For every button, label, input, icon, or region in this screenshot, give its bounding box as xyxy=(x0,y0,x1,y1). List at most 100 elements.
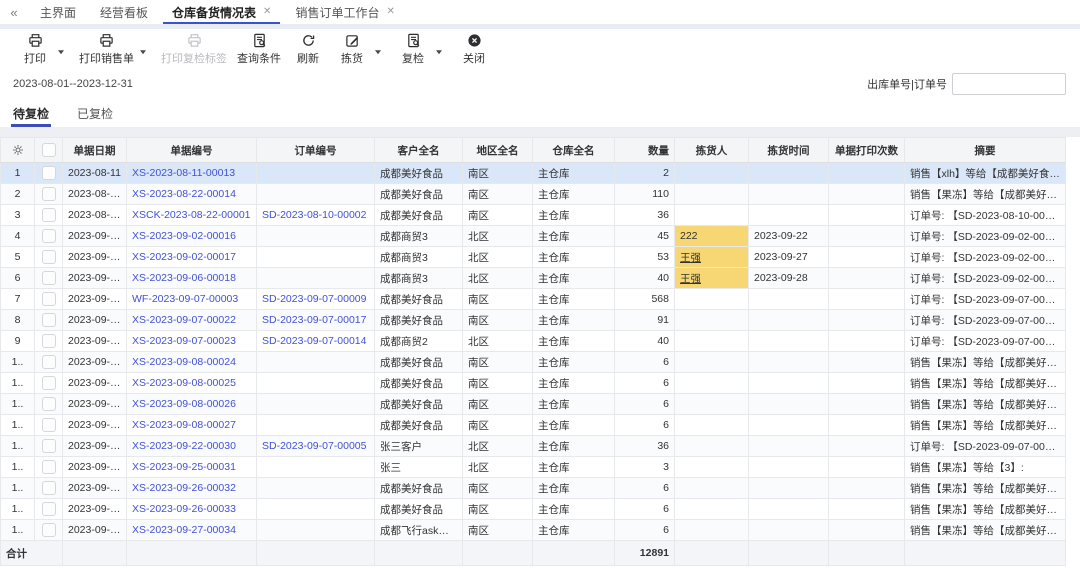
tab-sales-order-workbench[interactable]: 销售订单工作台 ✕ xyxy=(283,0,406,24)
column-header-7[interactable]: 拣货人 xyxy=(674,137,749,163)
row-checkbox[interactable] xyxy=(41,334,56,348)
table-row[interactable]: 1.. 2023-09-25 XS-2023-09-25-00031 张三 北区 主仓库 3… xyxy=(0,456,1066,478)
cell-doc-no-link[interactable]: XS-2023-09-08-00027 xyxy=(132,419,236,431)
column-header-1[interactable]: 单据编号 xyxy=(126,137,257,163)
row-checkbox[interactable] xyxy=(41,166,56,180)
row-checkbox[interactable] xyxy=(41,250,56,264)
cell-date: 2023-09-08 xyxy=(62,351,127,373)
row-checkbox[interactable] xyxy=(41,481,56,495)
view-tab-pending-recheck[interactable]: 待复检 xyxy=(10,99,52,127)
cell-region: 南区 xyxy=(462,288,533,310)
tab-warehouse-stock-report[interactable]: 仓库备货情况表 ✕ xyxy=(160,0,283,24)
table-row[interactable]: 6 2023-09-06 XS-2023-09-06-00018 成都商贸3 北区 主仓库… xyxy=(0,267,1066,289)
table-row[interactable]: 1.. 2023-09-08 XS-2023-09-08-00027 成都美好食品 南区… xyxy=(0,414,1066,436)
row-checkbox[interactable] xyxy=(41,271,56,285)
column-header-8[interactable]: 拣货时间 xyxy=(748,137,829,163)
row-checkbox[interactable] xyxy=(41,313,56,327)
cell-order-no-link[interactable]: SD-2023-09-07-00014 xyxy=(262,335,367,347)
refresh-button[interactable]: 刷新 xyxy=(291,33,325,66)
row-checkbox[interactable] xyxy=(41,502,56,516)
table-row[interactable]: 1.. 2023-09-26 XS-2023-09-26-00033 成都美好食品 南区… xyxy=(0,498,1066,520)
row-checkbox[interactable] xyxy=(41,229,56,243)
table-row[interactable]: 7 2023-09-07 WF-2023-09-07-00003 SD-2023-09… xyxy=(0,288,1066,310)
caret-down-icon[interactable] xyxy=(435,48,443,56)
cell-order-no-link[interactable]: SD-2023-09-07-00005 xyxy=(262,440,367,452)
close-tab-icon[interactable]: ✕ xyxy=(263,7,271,17)
cell-doc-no-link[interactable]: XS-2023-09-26-00033 xyxy=(132,503,236,515)
row-checkbox[interactable] xyxy=(41,187,56,201)
cell-order-no-link[interactable]: SD-2023-09-07-00009 xyxy=(262,293,367,305)
row-checkbox[interactable] xyxy=(41,460,56,474)
cell-doc-no-link[interactable]: XS-2023-09-25-00031 xyxy=(132,461,236,473)
caret-down-icon[interactable] xyxy=(139,48,147,56)
cell-doc-no-link[interactable]: XS-2023-09-22-00030 xyxy=(132,440,236,452)
row-checkbox[interactable] xyxy=(41,376,56,390)
close-tab-icon[interactable]: ✕ xyxy=(386,7,394,17)
picking-button[interactable]: 拣货 xyxy=(335,33,369,66)
cell-doc-no-link[interactable]: XS-2023-09-26-00032 xyxy=(132,482,236,494)
table-row[interactable]: 5 2023-09-02 XS-2023-09-02-00017 成都商贸3 北区 主仓库… xyxy=(0,246,1066,268)
query-conditions-button[interactable]: 查询条件 xyxy=(237,33,281,66)
cell-doc-no-link[interactable]: XS-2023-09-07-00023 xyxy=(132,335,236,347)
cell-doc-no-link[interactable]: XS-2023-09-27-00034 xyxy=(132,524,236,536)
row-checkbox[interactable] xyxy=(41,355,56,369)
table-row[interactable]: 8 2023-09-07 XS-2023-09-07-00022 SD-2023-09… xyxy=(0,309,1066,331)
table-row[interactable]: 1.. 2023-09-26 XS-2023-09-26-00032 成都美好食品 南区… xyxy=(0,477,1066,499)
cell-doc-no-link[interactable]: XS-2023-09-08-00024 xyxy=(132,356,236,368)
column-header-10[interactable]: 摘要 xyxy=(904,137,1066,163)
table-row[interactable]: 9 2023-09-07 XS-2023-09-07-00023 SD-2023-09… xyxy=(0,330,1066,352)
caret-down-icon[interactable] xyxy=(57,48,65,56)
row-checkbox[interactable] xyxy=(41,439,56,453)
cell-doc-no-link[interactable]: XS-2023-09-02-00017 xyxy=(132,251,236,263)
select-all-checkbox[interactable] xyxy=(41,143,56,157)
cell-doc-no-link[interactable]: XS-2023-09-07-00022 xyxy=(132,314,236,326)
recheck-button[interactable]: 复检 xyxy=(396,33,430,66)
cell-order-no-link[interactable]: SD-2023-08-10-00002 xyxy=(262,209,367,221)
cell-order-no-link[interactable]: SD-2023-09-07-00017 xyxy=(262,314,367,326)
cell-pick-time: 2023-09-22 xyxy=(748,225,829,247)
column-header-9[interactable]: 单据打印次数 xyxy=(828,137,905,163)
column-header-5[interactable]: 仓库全名 xyxy=(532,137,615,163)
cell-doc-no-link[interactable]: XS-2023-09-08-00025 xyxy=(132,377,236,389)
row-checkbox[interactable] xyxy=(41,523,56,537)
table-row[interactable]: 1.. 2023-09-22 XS-2023-09-22-00030 SD-2023-… xyxy=(0,435,1066,457)
cell-doc-no-link[interactable]: XS-2023-09-02-00016 xyxy=(132,230,236,242)
view-tab-rechecked[interactable]: 已复检 xyxy=(77,99,113,127)
column-header-3[interactable]: 客户全名 xyxy=(374,137,463,163)
table-row[interactable]: 3 2023-08-22 XSCK-2023-08-22-00001 SD-2023-… xyxy=(0,204,1066,226)
close-button[interactable]: 关闭 xyxy=(457,33,491,66)
tab-dashboard[interactable]: 经营看板 xyxy=(88,0,160,24)
table-row[interactable]: 1.. 2023-09-08 XS-2023-09-08-00026 成都美好食品 南区… xyxy=(0,393,1066,415)
cell-pick-time: 2023-09-28 xyxy=(748,267,829,289)
tab-main[interactable]: 主界面 xyxy=(28,0,88,24)
row-checkbox[interactable] xyxy=(41,418,56,432)
cell-doc-no-link[interactable]: XSCK-2023-08-22-00001 xyxy=(132,209,251,221)
column-header-2[interactable]: 订单编号 xyxy=(256,137,375,163)
picker-name[interactable]: 王强 xyxy=(680,273,701,285)
table-row[interactable]: 1.. 2023-09-08 XS-2023-09-08-00024 成都美好食品 南区… xyxy=(0,351,1066,373)
table-row[interactable]: 1.. 2023-09-27 XS-2023-09-27-00034 成都飞行ask计… xyxy=(0,519,1066,541)
table-row[interactable]: 2 2023-08-22 XS-2023-08-22-00014 成都美好食品 南区 主仓… xyxy=(0,183,1066,205)
cell-doc-no-link[interactable]: XS-2023-08-11-00013 xyxy=(132,167,235,179)
column-header-0[interactable]: 单据日期 xyxy=(62,137,127,163)
select-all-header[interactable] xyxy=(34,137,63,163)
print-button[interactable]: 打印 xyxy=(18,33,52,66)
search-input[interactable] xyxy=(952,73,1066,95)
collapse-sidebar-icon[interactable]: « xyxy=(0,0,28,24)
column-header-4[interactable]: 地区全名 xyxy=(462,137,533,163)
caret-down-icon[interactable] xyxy=(374,48,382,56)
table-row[interactable]: 1 2023-08-11 XS-2023-08-11-00013 成都美好食品 南区 主仓… xyxy=(0,162,1066,184)
cell-doc-no-link[interactable]: WF-2023-09-07-00003 xyxy=(132,293,238,305)
row-checkbox[interactable] xyxy=(41,292,56,306)
cell-doc-no-link[interactable]: XS-2023-09-08-00026 xyxy=(132,398,236,410)
column-header-6[interactable]: 数量 xyxy=(614,137,675,163)
row-checkbox[interactable] xyxy=(41,397,56,411)
table-row[interactable]: 1.. 2023-09-08 XS-2023-09-08-00025 成都美好食品 南区… xyxy=(0,372,1066,394)
print-sales-order-button[interactable]: 打印销售单 xyxy=(79,33,134,66)
cell-doc-no-link[interactable]: XS-2023-09-06-00018 xyxy=(132,272,236,284)
column-settings-header[interactable] xyxy=(0,137,35,163)
picker-name[interactable]: 王强 xyxy=(680,252,701,264)
row-checkbox[interactable] xyxy=(41,208,56,222)
table-row[interactable]: 4 2023-09-02 XS-2023-09-02-00016 成都商贸3 北区 主仓库… xyxy=(0,225,1066,247)
cell-doc-no-link[interactable]: XS-2023-08-22-00014 xyxy=(132,188,236,200)
